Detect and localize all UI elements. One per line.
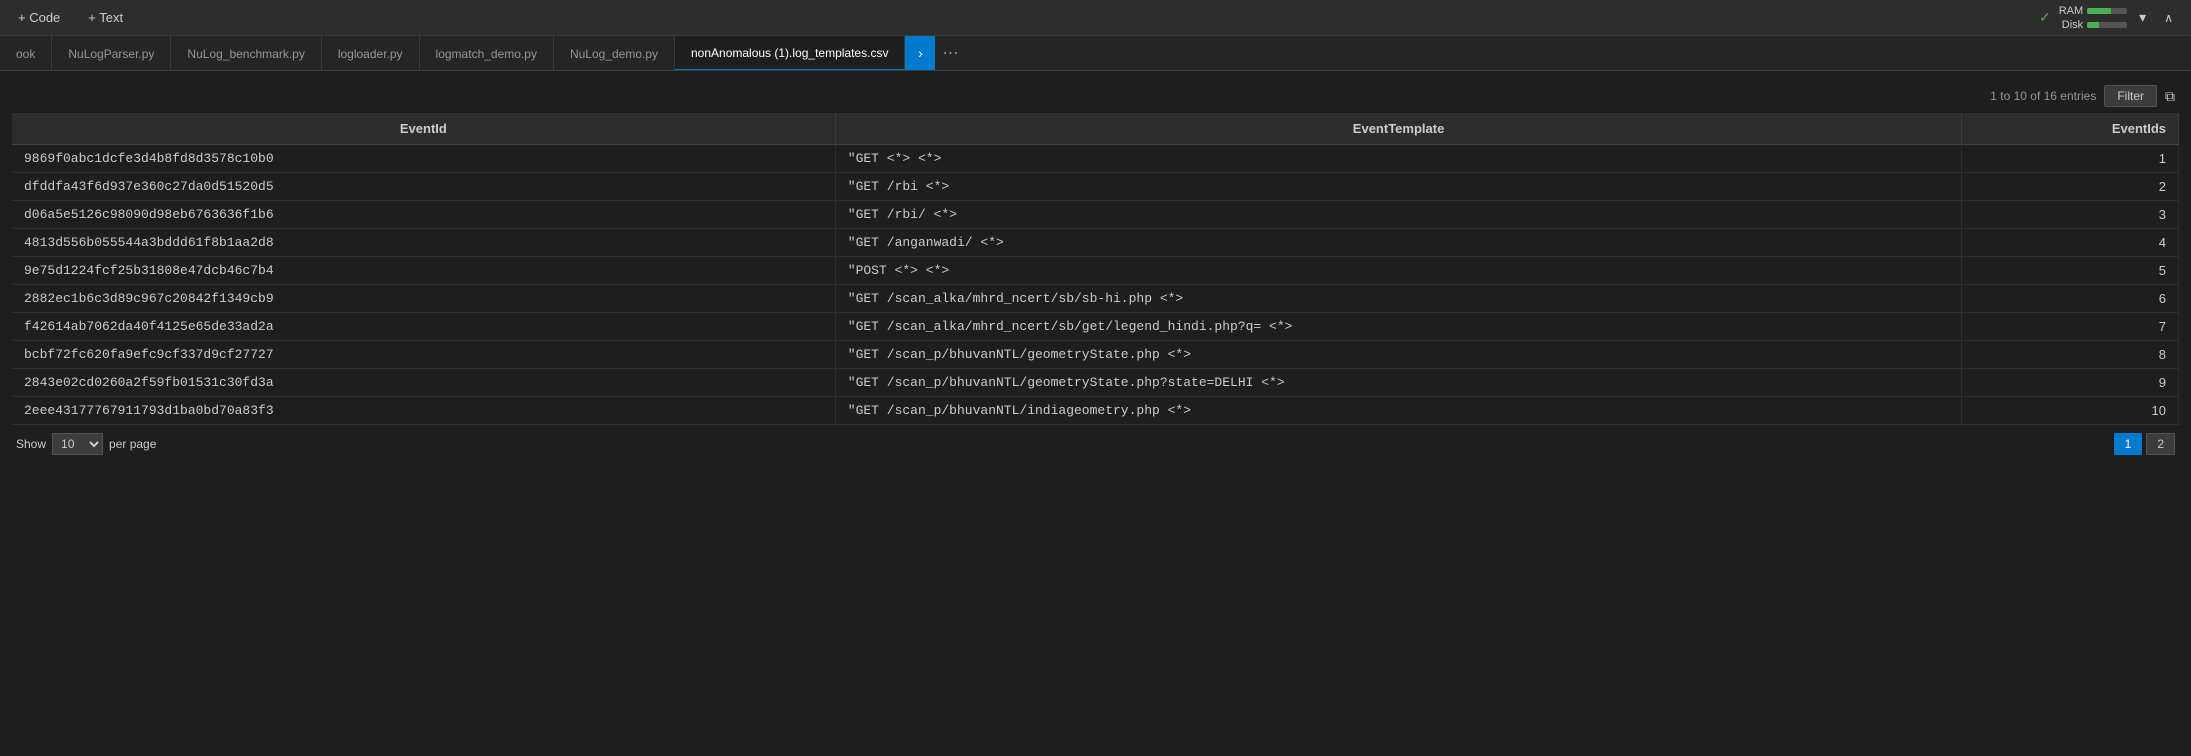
pagination-bar: Show 10 25 50 100 per page 1 2 [12,425,2179,463]
table-row: 9e75d1224fcf25b31808e47dcb46c7b4 "POST <… [12,257,2179,285]
table-row: 9869f0abc1dcfe3d4b8fd8d3578c10b0 "GET <*… [12,145,2179,173]
table-row: bcbf72fc620fa9efc9cf337d9cf27727 "GET /s… [12,341,2179,369]
toolbar-right: ✓ RAM Disk ▾ ∧ [2039,5,2179,31]
table-header: EventId EventTemplate EventIds [12,113,2179,145]
disk-progress-fill [2087,22,2099,28]
cell-eventtemplate: "GET /rbi <*> [835,173,1962,201]
chevron-down-button[interactable]: ▾ [2135,7,2150,28]
disk-row: Disk [2062,19,2127,31]
table-row: dfddfa43f6d937e360c27da0d51520d5 "GET /r… [12,173,2179,201]
tabbar: ook NuLogParser.py NuLog_benchmark.py lo… [0,36,2191,71]
table-row: 2882ec1b6c3d89c967c20842f1349cb9 "GET /s… [12,285,2179,313]
cell-eventtemplate: "GET /scan_p/bhuvanNTL/geometryState.php… [835,369,1962,397]
page-1-button[interactable]: 1 [2114,433,2143,455]
cell-eventid: f42614ab7062da40f4125e65de33ad2a [12,313,835,341]
tab-nonanomalous[interactable]: nonAnomalous (1).log_templates.csv [675,36,905,71]
show-label: Show [16,437,46,451]
cell-eventids: 9 [1962,369,2179,397]
cell-eventtemplate: "GET /scan_alka/mhrd_ncert/sb/get/legend… [835,313,1962,341]
disk-label: Disk [2062,19,2083,31]
table-row: 2843e02cd0260a2f59fb01531c30fd3a "GET /s… [12,369,2179,397]
cell-eventtemplate: "GET /scan_alka/mhrd_ncert/sb/sb-hi.php … [835,285,1962,313]
header-row: EventId EventTemplate EventIds [12,113,2179,145]
cell-eventids: 7 [1962,313,2179,341]
tab-logmatch-demo[interactable]: logmatch_demo.py [420,36,554,71]
data-table: EventId EventTemplate EventIds 9869f0abc… [12,113,2179,425]
tab-nulog-benchmark[interactable]: NuLog_benchmark.py [171,36,321,71]
ram-row: RAM [2059,5,2127,17]
cell-eventtemplate: "GET /anganwadi/ <*> [835,229,1962,257]
cell-eventids: 3 [1962,201,2179,229]
header-eventtemplate: EventTemplate [835,113,1962,145]
disk-progress-bar [2087,22,2127,28]
check-icon: ✓ [2039,9,2051,26]
cell-eventtemplate: "GET /scan_p/bhuvanNTL/geometryState.php… [835,341,1962,369]
tab-overflow-button[interactable]: ⋯ [935,36,965,70]
table-row: 4813d556b055544a3bddd61f8b1aa2d8 "GET /a… [12,229,2179,257]
header-eventid: EventId [12,113,835,145]
cell-eventid: d06a5e5126c98090d98eb6763636f1b6 [12,201,835,229]
tab-logloader[interactable]: logloader.py [322,36,420,71]
tab-ook[interactable]: ook [0,36,52,71]
per-page-left: Show 10 25 50 100 per page [16,433,156,455]
collapse-button[interactable]: ∧ [2158,9,2179,27]
cell-eventids: 4 [1962,229,2179,257]
cell-eventids: 6 [1962,285,2179,313]
cell-eventid: 2843e02cd0260a2f59fb01531c30fd3a [12,369,835,397]
header-eventids: EventIds [1962,113,2179,145]
tab-more-button[interactable]: › [905,36,935,70]
cell-eventids: 10 [1962,397,2179,425]
pagination-right: 1 2 [2114,433,2175,455]
cell-eventid: dfddfa43f6d937e360c27da0d51520d5 [12,173,835,201]
filter-button[interactable]: Filter [2104,85,2157,107]
ram-progress-fill [2087,8,2111,14]
cell-eventid: 9e75d1224fcf25b31808e47dcb46c7b4 [12,257,835,285]
per-page-select[interactable]: 10 25 50 100 [52,433,103,455]
per-page-suffix: per page [109,437,156,451]
cell-eventid: 9869f0abc1dcfe3d4b8fd8d3578c10b0 [12,145,835,173]
toolbar: + Code + Text ✓ RAM Disk ▾ ∧ [0,0,2191,36]
entries-info: 1 to 10 of 16 entries [1990,89,2096,103]
cell-eventid: bcbf72fc620fa9efc9cf337d9cf27727 [12,341,835,369]
table-body: 9869f0abc1dcfe3d4b8fd8d3578c10b0 "GET <*… [12,145,2179,425]
cell-eventid: 2eee43177767911793d1ba0bd70a83f3 [12,397,835,425]
cell-eventid: 4813d556b055544a3bddd61f8b1aa2d8 [12,229,835,257]
filter-bar: 1 to 10 of 16 entries Filter ⧉ [12,79,2179,113]
cell-eventtemplate: "GET /rbi/ <*> [835,201,1962,229]
table-row: f42614ab7062da40f4125e65de33ad2a "GET /s… [12,313,2179,341]
tab-nulog-demo[interactable]: NuLog_demo.py [554,36,675,71]
ram-progress-bar [2087,8,2127,14]
cell-eventid: 2882ec1b6c3d89c967c20842f1349cb9 [12,285,835,313]
cell-eventtemplate: "GET /scan_p/bhuvanNTL/indiageometry.php… [835,397,1962,425]
ram-disk-container: RAM Disk [2059,5,2127,31]
cell-eventids: 5 [1962,257,2179,285]
cell-eventtemplate: "POST <*> <*> [835,257,1962,285]
add-code-button[interactable]: + Code [12,6,66,29]
page-2-button[interactable]: 2 [2146,433,2175,455]
table-row: 2eee43177767911793d1ba0bd70a83f3 "GET /s… [12,397,2179,425]
copy-icon-button[interactable]: ⧉ [2165,88,2175,105]
cell-eventids: 2 [1962,173,2179,201]
main-content: 1 to 10 of 16 entries Filter ⧉ EventId E… [0,71,2191,471]
add-text-button[interactable]: + Text [82,6,129,29]
ram-label: RAM [2059,5,2083,17]
tab-nulogparser[interactable]: NuLogParser.py [52,36,171,71]
cell-eventids: 8 [1962,341,2179,369]
table-row: d06a5e5126c98090d98eb6763636f1b6 "GET /r… [12,201,2179,229]
cell-eventtemplate: "GET <*> <*> [835,145,1962,173]
cell-eventids: 1 [1962,145,2179,173]
